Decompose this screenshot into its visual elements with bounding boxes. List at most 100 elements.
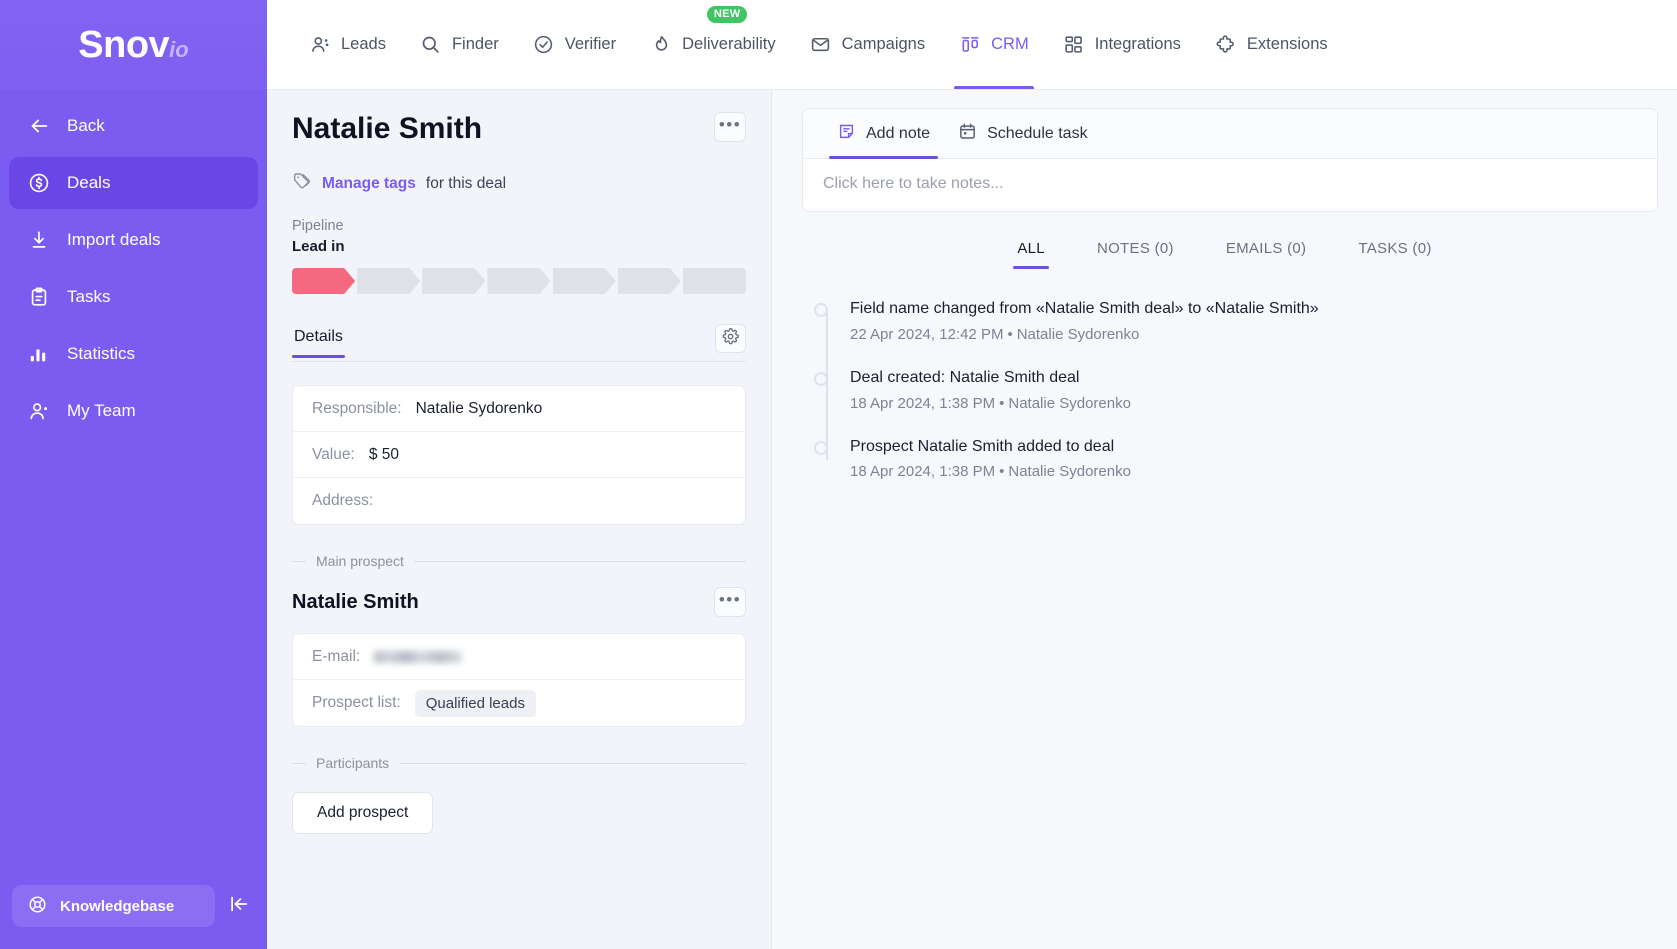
pipeline-stage-1[interactable] — [292, 268, 355, 294]
app-root: Snovio Back Deals Import deals — [0, 0, 1677, 949]
field-label: Responsible: — [312, 400, 402, 418]
note-composer-tabs: Add note Schedule task — [803, 109, 1657, 159]
main-prospect-header: Natalie Smith ••• — [292, 587, 746, 617]
sidebar-item-back[interactable]: Back — [9, 100, 258, 152]
timeline-dot-icon — [814, 303, 828, 317]
sidebar-item-label: Back — [67, 117, 105, 135]
topnav-item-campaigns[interactable]: Campaigns — [793, 0, 942, 89]
pipeline-stage-7[interactable] — [683, 268, 746, 294]
field-row[interactable]: Responsible:Natalie Sydorenko — [293, 386, 745, 432]
timeline-entry-date: 22 Apr 2024, 12:42 PM — [850, 326, 1003, 343]
field-label: Value: — [312, 446, 355, 464]
topnav-item-crm[interactable]: CRM — [942, 0, 1046, 89]
topnav-item-label: Campaigns — [842, 35, 925, 54]
people-icon — [309, 34, 331, 56]
field-row[interactable]: Prospect list:Qualified leads — [293, 680, 745, 726]
pipeline-stage-4[interactable] — [487, 268, 550, 294]
pipeline-stage-6[interactable] — [618, 268, 681, 294]
note-composer: Add note Schedule task — [802, 108, 1658, 212]
deal-more-button[interactable]: ••• — [714, 112, 746, 142]
logo-suffix: io — [169, 37, 189, 62]
collapse-sidebar-button[interactable] — [223, 890, 255, 922]
manage-tags-row: Manage tags for this deal — [292, 171, 746, 196]
brand-logo[interactable]: Snovio — [0, 0, 267, 90]
content-split: Natalie Smith ••• Manage tags for this d… — [267, 90, 1677, 949]
add-prospect-button[interactable]: Add prospect — [292, 792, 433, 834]
pipeline-progress[interactable] — [292, 268, 746, 294]
flame-icon — [650, 34, 672, 56]
deal-details-panel: Natalie Smith ••• Manage tags for this d… — [267, 90, 772, 949]
timeline-entry-date: 18 Apr 2024, 1:38 PM — [850, 463, 995, 480]
timeline-items: Field name changed from «Natalie Smith d… — [814, 299, 1647, 480]
details-settings-button[interactable] — [715, 324, 746, 353]
top-navigation-bar: Leads Finder Verifier NEW — [267, 0, 1677, 90]
grid-icon — [1063, 34, 1085, 56]
field-label: Address: — [312, 492, 373, 510]
sidebar-item-label: Deals — [67, 174, 110, 192]
sidebar: Snovio Back Deals Import deals — [0, 0, 267, 949]
envelope-icon — [810, 34, 832, 56]
pipeline-stage-5[interactable] — [553, 268, 616, 294]
topnav-item-label: Deliverability — [682, 35, 776, 54]
prospect-more-button[interactable]: ••• — [714, 587, 746, 617]
field-row[interactable]: Value: $ 50 — [293, 432, 745, 478]
field-row[interactable]: E-mail: — [293, 634, 745, 680]
check-circle-icon — [533, 34, 555, 56]
topnav-item-label: Verifier — [565, 35, 616, 54]
details-tabbar: Details — [292, 324, 746, 362]
field-value: $ 50 — [369, 446, 399, 464]
activity-timeline: Field name changed from «Natalie Smith d… — [772, 299, 1677, 949]
meta-separator: • — [995, 395, 1008, 412]
crm-icon — [959, 34, 981, 56]
topnav-item-extensions[interactable]: Extensions — [1198, 0, 1345, 89]
knowledgebase-button[interactable]: Knowledgebase — [12, 885, 215, 927]
pipeline-stage-2[interactable] — [357, 268, 420, 294]
sidebar-item-label: Statistics — [67, 345, 135, 363]
feed-tab-tasks[interactable]: TASKS (0) — [1332, 234, 1457, 269]
knowledgebase-label: Knowledgebase — [60, 898, 174, 915]
sidebar-item-label: My Team — [67, 402, 136, 420]
timeline-entry-body: Prospect Natalie Smith added to deal18 A… — [850, 437, 1131, 481]
divider-left — [292, 561, 306, 562]
page-title: Natalie Smith — [292, 112, 482, 145]
pipeline-stage-3[interactable] — [422, 268, 485, 294]
feed-tab-emails[interactable]: EMAILS (0) — [1200, 234, 1333, 269]
tab-schedule-task[interactable]: Schedule task — [944, 109, 1102, 158]
note-input[interactable] — [803, 159, 1657, 211]
manage-tags-link[interactable]: Manage tags — [322, 175, 416, 193]
sidebar-item-my-team[interactable]: My Team — [9, 385, 258, 437]
topnav-item-deliverability[interactable]: NEW Deliverability — [633, 0, 793, 89]
meta-separator: • — [995, 463, 1008, 480]
logo-text: Snovio — [78, 26, 188, 64]
tab-add-note[interactable]: Add note — [823, 109, 944, 158]
logo-name: Snov — [78, 24, 169, 66]
participants-legend-label: Participants — [316, 755, 389, 771]
topnav-item-integrations[interactable]: Integrations — [1046, 0, 1198, 89]
sidebar-item-label: Import deals — [67, 231, 161, 249]
timeline-entry-meta: 18 Apr 2024, 1:38 PM•Natalie Sydorenko — [850, 463, 1131, 480]
sidebar-nav: Back Deals Import deals Tasks — [0, 90, 267, 885]
sidebar-item-import-deals[interactable]: Import deals — [9, 214, 258, 266]
timeline-dot-icon — [814, 372, 828, 386]
feed-tab-all[interactable]: ALL — [991, 234, 1071, 269]
participants-legend: Participants — [292, 755, 746, 771]
main-area: Leads Finder Verifier NEW — [267, 0, 1677, 949]
topnav-item-finder[interactable]: Finder — [403, 0, 516, 89]
sidebar-item-label: Tasks — [67, 288, 110, 306]
topnav-item-label: Extensions — [1247, 35, 1328, 54]
sidebar-item-tasks[interactable]: Tasks — [9, 271, 258, 323]
topnav-item-leads[interactable]: Leads — [292, 0, 403, 89]
meta-separator: • — [1003, 326, 1016, 343]
field-label: Prospect list: — [312, 694, 401, 712]
topnav-item-verifier[interactable]: Verifier — [516, 0, 633, 89]
arrow-left-icon — [27, 114, 51, 138]
tab-details[interactable]: Details — [292, 328, 345, 357]
timeline-entry-date: 18 Apr 2024, 1:38 PM — [850, 395, 995, 412]
timeline-entry-title: Field name changed from «Natalie Smith d… — [850, 299, 1319, 320]
sidebar-item-deals[interactable]: Deals — [9, 157, 258, 209]
feed-tab-notes[interactable]: NOTES (0) — [1071, 234, 1200, 269]
field-row[interactable]: Address: — [293, 478, 745, 524]
sidebar-item-statistics[interactable]: Statistics — [9, 328, 258, 380]
timeline-dot-icon — [814, 441, 828, 455]
sidebar-footer: Knowledgebase — [0, 885, 267, 949]
